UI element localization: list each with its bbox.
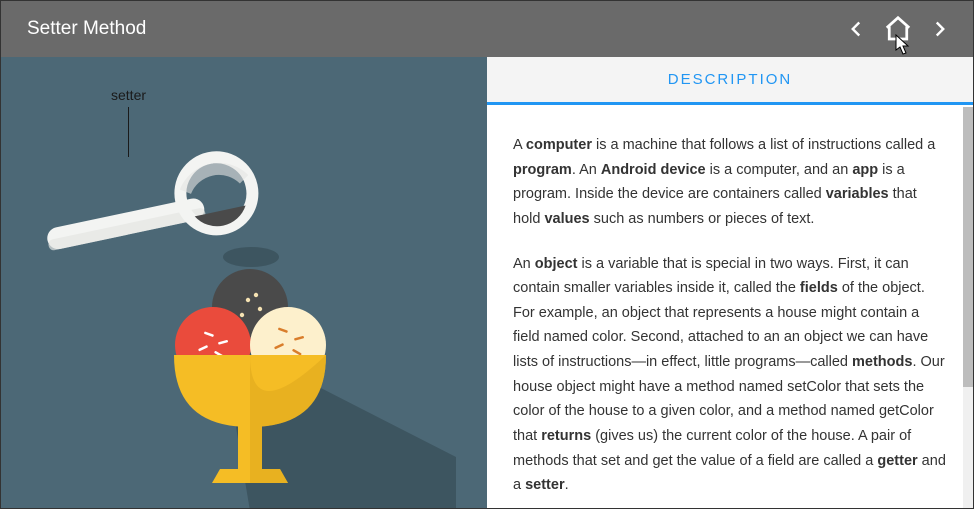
ice-cream-illustration xyxy=(26,97,466,508)
desc-para-2: An object is a variable that is special … xyxy=(513,252,947,498)
page-title: Setter Method xyxy=(27,18,843,40)
home-icon[interactable] xyxy=(883,14,913,44)
description-heading: DESCRIPTION xyxy=(487,57,973,105)
scrollbar-thumb[interactable] xyxy=(963,107,973,387)
desc-para-1: A computer is a machine that follows a l… xyxy=(513,133,947,232)
description-panel: DESCRIPTION A computer is a machine that… xyxy=(487,57,973,508)
back-icon[interactable] xyxy=(843,16,869,42)
nav-icons xyxy=(843,14,953,44)
header-bar: Setter Method xyxy=(1,1,973,57)
illustration-panel: setter xyxy=(1,57,487,508)
forward-icon[interactable] xyxy=(927,16,953,42)
description-body[interactable]: A computer is a machine that follows a l… xyxy=(487,105,973,508)
content-area: setter xyxy=(1,57,973,508)
